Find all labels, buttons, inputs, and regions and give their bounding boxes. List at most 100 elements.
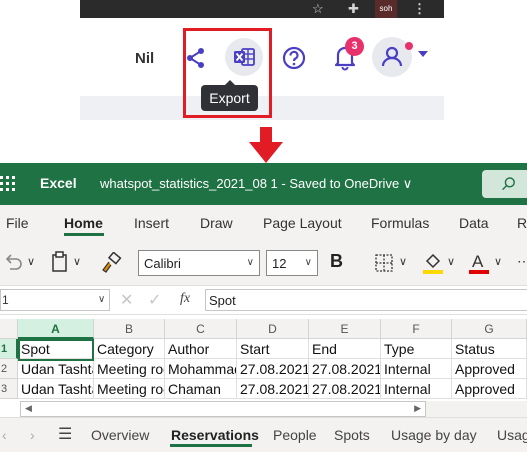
notification-count-badge: 3: [345, 37, 364, 56]
row-header-2[interactable]: 2: [0, 359, 18, 379]
select-all-corner[interactable]: [0, 319, 18, 339]
row-header-3[interactable]: 3: [0, 379, 18, 399]
font-name-select[interactable]: Calibri ∨: [138, 250, 260, 276]
fill-color-icon[interactable]: [422, 251, 444, 275]
column-header-a[interactable]: A: [18, 319, 94, 339]
cell-e1[interactable]: End: [309, 339, 381, 359]
function-icon[interactable]: fx: [180, 291, 190, 307]
undo-icon[interactable]: [2, 253, 24, 273]
cell-c2[interactable]: Mohammad: [165, 359, 237, 379]
chevron-down-icon: ∨: [304, 257, 312, 268]
sheet-tab-usage[interactable]: Usag: [497, 427, 527, 443]
search-box[interactable]: [482, 170, 527, 198]
status-dot: [405, 42, 413, 50]
arrow-down-icon: [249, 127, 283, 163]
font-name-value: Calibri: [144, 256, 181, 271]
next-sheet-icon[interactable]: ›: [30, 427, 35, 443]
sheet-tab-overview[interactable]: Overview: [91, 427, 149, 443]
formula-input[interactable]: Spot: [205, 289, 527, 311]
column-header-c[interactable]: C: [165, 319, 237, 339]
prev-sheet-icon[interactable]: ‹: [2, 427, 7, 443]
chevron-down-icon[interactable]: ∨: [399, 255, 407, 268]
cell-g3[interactable]: Approved: [452, 379, 527, 399]
spreadsheet-grid: A B C D E F G 1 Spot Category Author Sta…: [0, 319, 527, 401]
active-tab-indicator: [64, 233, 104, 236]
column-header-f[interactable]: F: [381, 319, 452, 339]
bold-button[interactable]: B: [330, 251, 343, 272]
paste-icon[interactable]: [50, 251, 70, 273]
tab-home[interactable]: Home: [64, 215, 103, 231]
cell-d2[interactable]: 27.08.2021: [237, 359, 309, 379]
sheet-tab-spots[interactable]: Spots: [334, 427, 370, 443]
cell-c1[interactable]: Author: [165, 339, 237, 359]
tab-review[interactable]: R: [517, 215, 527, 231]
tab-insert[interactable]: Insert: [134, 215, 169, 231]
tab-formulas[interactable]: Formulas: [371, 215, 429, 231]
user-name: Nil: [135, 50, 155, 67]
excel-title-bar: Excel whatspot_statistics_2021_08 1 - Sa…: [0, 163, 527, 205]
cell-b3[interactable]: Meeting room: [94, 379, 165, 399]
scrollbar-filler: [426, 401, 527, 417]
active-sheet-indicator: [170, 444, 252, 447]
browser-menu-icon[interactable]: ⋮: [413, 1, 426, 17]
row-header-1[interactable]: 1: [0, 339, 18, 359]
chevron-down-icon[interactable]: ∨: [447, 255, 455, 268]
confirm-icon[interactable]: ✓: [148, 290, 161, 310]
name-box-value: 1: [2, 293, 9, 307]
borders-icon[interactable]: [374, 253, 394, 273]
cell-c3[interactable]: Chaman: [165, 379, 237, 399]
tab-data[interactable]: Data: [459, 215, 489, 231]
cell-f2[interactable]: Internal: [381, 359, 452, 379]
scroll-left-icon[interactable]: ◀: [25, 403, 32, 414]
cell-b1[interactable]: Category: [94, 339, 165, 359]
all-sheets-menu-icon[interactable]: ☰: [58, 424, 72, 444]
cell-a2[interactable]: Udan Tashtari: [18, 359, 94, 379]
format-painter-icon[interactable]: [100, 252, 122, 274]
chevron-down-icon[interactable]: [418, 51, 428, 57]
search-icon: [502, 177, 515, 191]
tab-file[interactable]: File: [6, 215, 29, 231]
cancel-icon[interactable]: ✕: [120, 290, 133, 310]
chevron-down-icon: ∨: [246, 257, 254, 268]
column-header-e[interactable]: E: [309, 319, 381, 339]
export-highlight-frame: [183, 28, 272, 118]
font-size-select[interactable]: 12 ∨: [266, 250, 318, 276]
cell-e2[interactable]: 27.08.2021: [309, 359, 381, 379]
cell-g1[interactable]: Status: [452, 339, 527, 359]
chevron-down-icon[interactable]: ∨: [494, 255, 502, 268]
app-launcher-icon[interactable]: [0, 174, 20, 194]
extensions-icon[interactable]: ✚: [348, 1, 359, 17]
tab-page-layout[interactable]: Page Layout: [263, 215, 342, 231]
tab-draw[interactable]: Draw: [200, 215, 233, 231]
cell-g2[interactable]: Approved: [452, 359, 527, 379]
horizontal-scrollbar[interactable]: ◀ ▶: [20, 401, 426, 417]
document-title[interactable]: whatspot_statistics_2021_08 1 - Saved to…: [100, 176, 412, 192]
cell-f3[interactable]: Internal: [381, 379, 452, 399]
browser-profile-avatar[interactable]: soh: [375, 0, 397, 18]
sheet-tab-usage-by-day[interactable]: Usage by day: [391, 427, 477, 443]
cell-b2[interactable]: Meeting room: [94, 359, 165, 379]
more-options-icon[interactable]: ⋯: [517, 253, 527, 270]
cell-d3[interactable]: 27.08.2021: [237, 379, 309, 399]
ribbon-toolbar: ∨ ∨ B ∨ ∨ A ∨ ⋯: [0, 241, 527, 286]
font-color-icon[interactable]: A: [468, 250, 490, 276]
chevron-down-icon[interactable]: ∨: [27, 255, 35, 268]
sheet-tab-reservations[interactable]: Reservations: [171, 427, 259, 443]
cell-a1[interactable]: Spot: [18, 339, 94, 359]
column-header-g[interactable]: G: [452, 319, 527, 339]
app-name: Excel: [40, 175, 77, 191]
cell-a3[interactable]: Udan Tashtari: [18, 379, 94, 399]
star-icon[interactable]: ☆: [312, 1, 324, 17]
formula-value: Spot: [209, 293, 236, 308]
name-box[interactable]: 1 ∨: [0, 289, 110, 311]
cell-f1[interactable]: Type: [381, 339, 452, 359]
cell-e3[interactable]: 27.08.2021: [309, 379, 381, 399]
chevron-down-icon[interactable]: ∨: [73, 255, 81, 268]
sheet-tab-bar: ‹ › ☰ Overview Reservations People Spots…: [0, 417, 527, 452]
column-header-b[interactable]: B: [94, 319, 165, 339]
help-icon[interactable]: [281, 45, 307, 71]
column-header-d[interactable]: D: [237, 319, 309, 339]
cell-d1[interactable]: Start: [237, 339, 309, 359]
scroll-right-icon[interactable]: ▶: [414, 403, 421, 414]
sheet-tab-people[interactable]: People: [273, 427, 317, 443]
